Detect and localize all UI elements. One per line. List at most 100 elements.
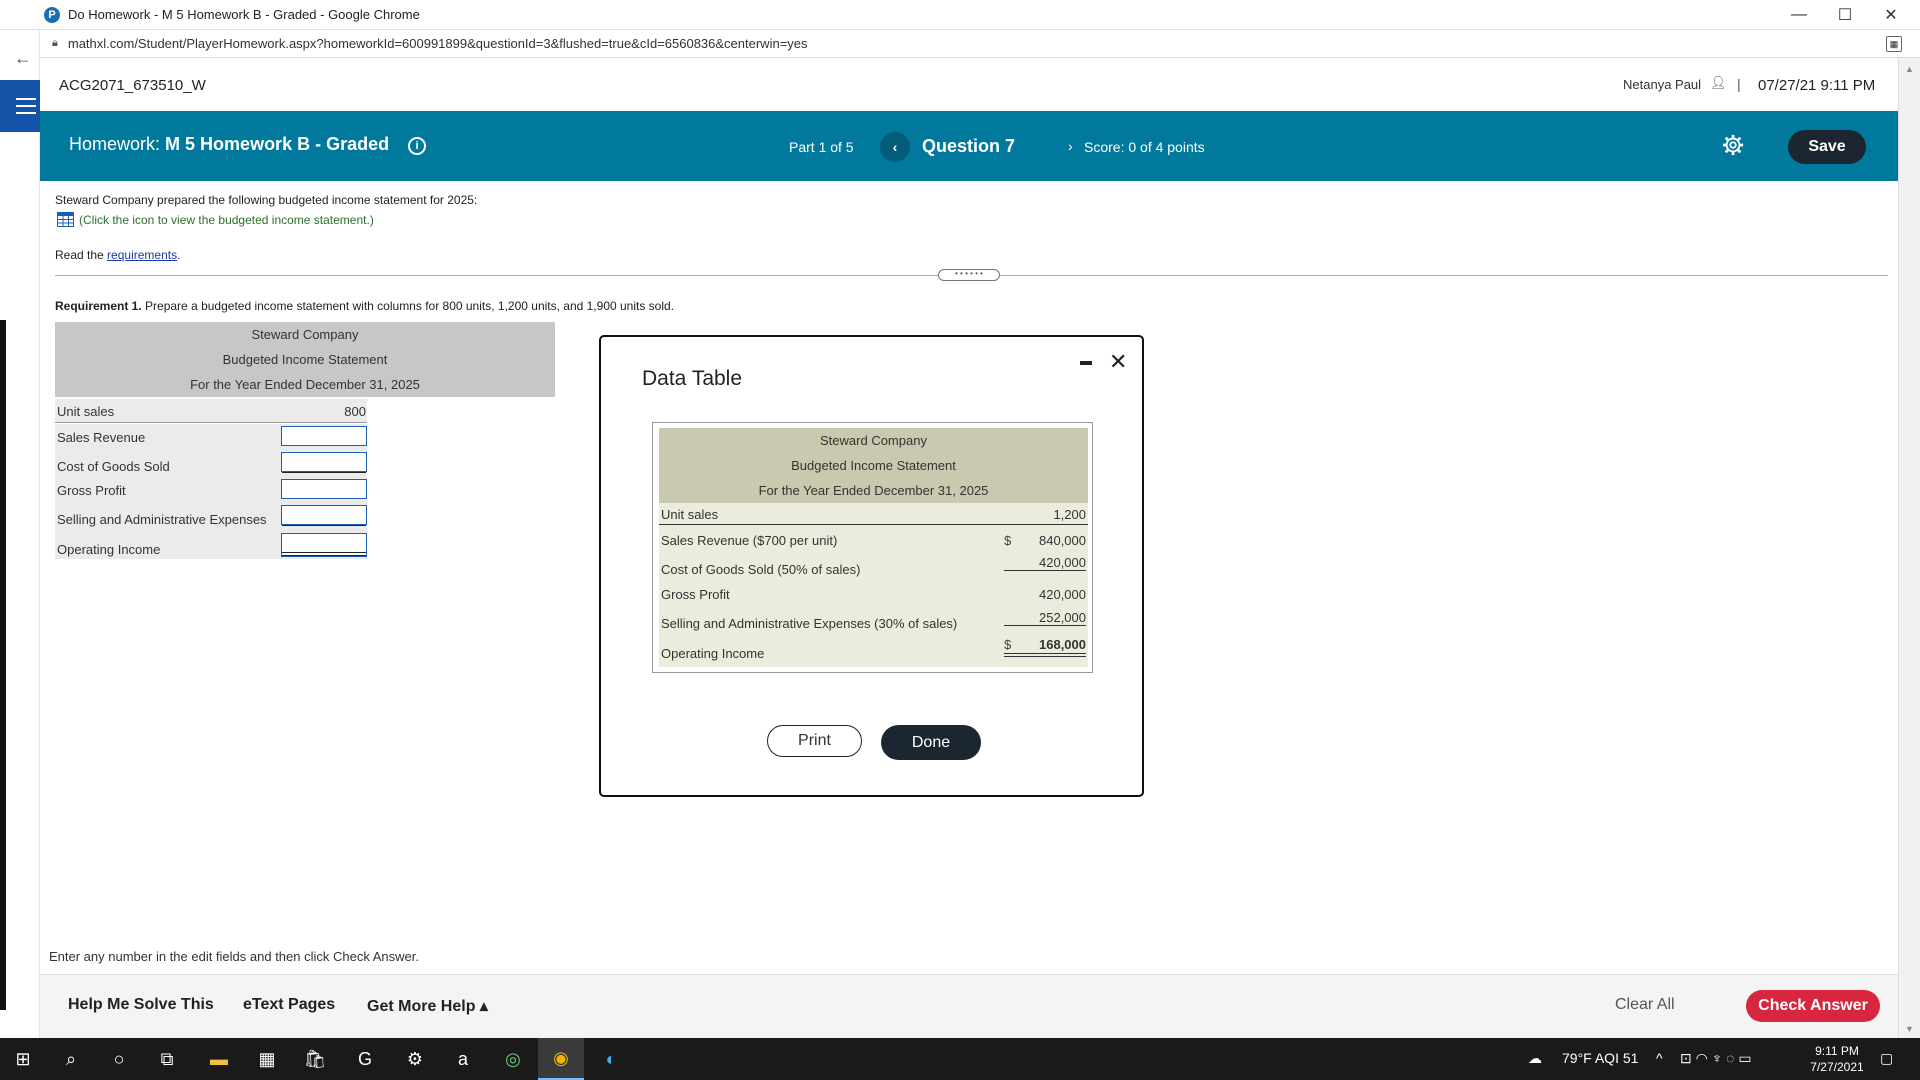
read-requirements-line: Read the requirements. (55, 248, 181, 262)
get-more-help-button[interactable]: Get More Help ▴ (367, 996, 488, 1016)
minimize-window-icon[interactable]: — (1776, 0, 1822, 30)
cogs-input[interactable] (281, 452, 367, 472)
sales-revenue-input[interactable] (281, 426, 367, 446)
part-indicator: Part 1 of 5 (789, 139, 854, 155)
user-name: Netanya Paul (1623, 77, 1702, 92)
data-table-modal: Data Table ✕ Steward Company Budgeted In… (599, 335, 1144, 797)
amazon-icon[interactable]: a (440, 1038, 486, 1080)
url-text[interactable]: mathxl.com/Student/PlayerHomework.aspx?h… (68, 36, 808, 51)
score-text: Score: 0 of 4 points (1084, 139, 1205, 155)
modal-title: Data Table (642, 367, 743, 390)
requirements-link[interactable]: requirements (107, 248, 177, 262)
operating-income-input[interactable] (281, 533, 367, 557)
scroll-up-icon[interactable]: ▲ (1905, 64, 1914, 74)
instruction-note: Enter any number in the edit fields and … (49, 949, 419, 964)
data-table-link[interactable]: (Click the icon to view the budgeted inc… (57, 212, 374, 227)
window-title: Do Homework - M 5 Homework B - Graded - … (68, 7, 420, 22)
footer-bar: Help Me Solve This eText Pages Get More … (40, 974, 1898, 1038)
scroll-down-icon[interactable]: ▼ (1905, 1024, 1914, 1034)
answer-statement: Budgeted Income Statement (222, 352, 388, 367)
chrome-icon[interactable]: ◉ (538, 1038, 584, 1080)
cogs-underline (282, 472, 366, 473)
requirement-1-text: Requirement 1. Prepare a budgeted income… (55, 299, 675, 313)
answer-table-header: Steward Company Budgeted Income Statemen… (55, 322, 555, 397)
operating-income-rule-1 (1004, 653, 1086, 654)
homework-title: Homework: M 5 Homework B - Graded (69, 134, 390, 154)
close-icon[interactable]: ✕ (1109, 349, 1127, 375)
cogs-rule (1004, 570, 1086, 571)
user-icon: 👤︎ (1710, 75, 1727, 90)
address-bar[interactable]: 🔒︎ mathxl.com/Student/PlayerHomework.asp… (0, 30, 1920, 58)
table-grid-icon[interactable] (57, 212, 74, 227)
check-answer-button[interactable]: Check Answer (1746, 990, 1880, 1022)
clear-all-button[interactable]: Clear All (1615, 996, 1675, 1014)
datetime: 07/27/21 9:11 PM (1758, 77, 1876, 94)
selling-admin-underline (282, 525, 366, 526)
tripadvisor-icon[interactable]: ◎ (490, 1038, 536, 1080)
course-id: ACG2071_673510_W (59, 77, 206, 94)
edge-icon[interactable]: ◐ (588, 1038, 634, 1080)
next-question-button[interactable]: › (1068, 138, 1073, 154)
save-button[interactable]: Save (1788, 130, 1866, 164)
question-indicator[interactable]: Question 7 (922, 136, 1015, 157)
course-header: ACG2071_673510_W Netanya Paul 👤︎ | 07/27… (40, 58, 1900, 111)
done-button[interactable]: Done (881, 725, 981, 760)
page-scrollbar[interactable]: ▲ ▼ (1898, 58, 1920, 1038)
google-icon[interactable]: G (342, 1038, 388, 1080)
maximize-window-icon[interactable]: ☐ (1822, 0, 1868, 30)
operating-income-rule-2 (1004, 656, 1086, 657)
settings-icon[interactable]: ⚙ (392, 1038, 438, 1080)
close-window-icon[interactable]: ✕ (1868, 0, 1914, 30)
cortana-icon[interactable]: ○ (96, 1038, 142, 1080)
selling-admin-input[interactable] (281, 505, 367, 525)
tray-icons[interactable]: ⊡ ◠ ♆ ◌ ▭ (1680, 1050, 1752, 1067)
lock-icon: 🔒︎ (52, 37, 58, 49)
taskbar-clock[interactable]: 9:11 PM 7/27/2021 (1802, 1043, 1872, 1075)
answer-unit-sales-row: Unit sales 800 (55, 399, 367, 423)
data-statement: Budgeted Income Statement (791, 458, 956, 473)
homework-bar: Homework: M 5 Homework B - Graded i Part… (40, 111, 1898, 181)
data-table-header: Steward Company Budgeted Income Statemen… (659, 428, 1088, 503)
notification-icon[interactable]: ▢ (1880, 1050, 1893, 1067)
store-icon[interactable]: 🛍︎ (292, 1038, 338, 1080)
selling-admin-rule (1004, 625, 1086, 626)
windows-start-icon[interactable]: ⊞ (0, 1038, 46, 1080)
previous-question-button[interactable]: ‹ (880, 132, 910, 162)
print-button[interactable]: Print (767, 725, 862, 757)
data-period: For the Year Ended December 31, 2025 (758, 483, 989, 498)
header-separator: | (1737, 76, 1741, 92)
gross-profit-input[interactable] (281, 479, 367, 499)
data-table-body: Unit sales 1,200 Sales Revenue ($700 per… (659, 503, 1088, 667)
info-icon[interactable]: i (408, 137, 426, 155)
pearson-app-icon: P (44, 6, 60, 23)
task-view-icon[interactable]: ⧉ (144, 1038, 190, 1080)
minimize-icon[interactable] (1080, 361, 1092, 365)
extension-icon[interactable]: ▦ (1886, 36, 1902, 52)
unit-sales-rule (659, 524, 1088, 525)
data-table-link-text[interactable]: (Click the icon to view the budgeted inc… (79, 213, 374, 227)
left-strip: ← (0, 30, 40, 1038)
homework-name: M 5 Homework B - Graded (165, 134, 390, 154)
menu-icon[interactable] (0, 80, 40, 132)
data-company: Steward Company (820, 433, 927, 448)
answer-period: For the Year Ended December 31, 2025 (190, 377, 420, 392)
data-table-frame: Steward Company Budgeted Income Statemen… (652, 422, 1093, 673)
background-window-edge (0, 320, 6, 1010)
weather-icon[interactable]: ☁ (1528, 1050, 1542, 1067)
etext-pages-button[interactable]: eText Pages (243, 996, 335, 1014)
weather-text[interactable]: 79°F AQI 51 (1562, 1050, 1638, 1066)
browser-title-bar: P Do Homework - M 5 Homework B - Graded … (0, 0, 1920, 30)
help-me-solve-button[interactable]: Help Me Solve This (68, 996, 214, 1014)
windows-taskbar: ⊞ ⌕ ○ ⧉ ▬ ▦ 🛍︎ G ⚙ a ◎ ◉ ◐ ☁ 79°F AQI 51… (0, 1038, 1920, 1080)
calculator-icon[interactable]: ▦ (244, 1038, 290, 1080)
divider-handle[interactable]: • • • • • • (938, 269, 1000, 281)
question-intro: Steward Company prepared the following b… (55, 193, 478, 207)
search-icon[interactable]: ⌕ (48, 1038, 94, 1080)
file-explorer-icon[interactable]: ▬ (196, 1038, 242, 1080)
back-arrow-icon[interactable]: ← (14, 48, 32, 69)
answer-company: Steward Company (251, 327, 359, 342)
operating-income-double-underline-2 (282, 555, 366, 556)
tray-chevron-icon[interactable]: ^ (1656, 1050, 1663, 1066)
operating-income-double-underline-1 (282, 552, 366, 553)
gear-icon[interactable] (1722, 134, 1744, 156)
